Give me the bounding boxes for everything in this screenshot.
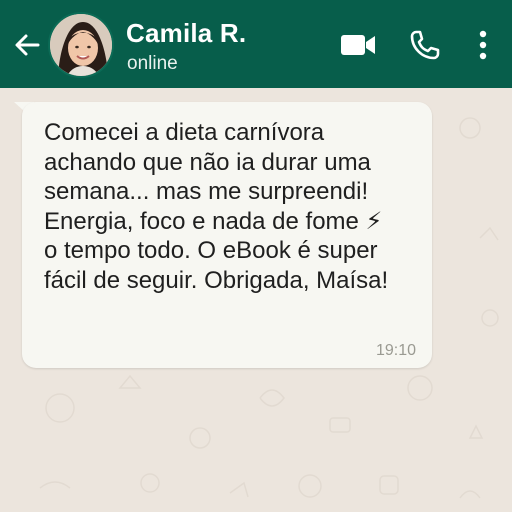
contact-photo xyxy=(50,14,112,76)
back-button[interactable] xyxy=(12,30,42,60)
more-vertical-icon xyxy=(479,30,487,60)
message-timestamp: 19:10 xyxy=(376,342,417,359)
voice-call-button[interactable] xyxy=(406,28,442,62)
avatar[interactable] xyxy=(48,12,114,78)
phone-icon xyxy=(410,30,440,60)
chat-header: Camila R. online xyxy=(0,0,512,88)
more-options-button[interactable] xyxy=(470,28,496,62)
video-call-button[interactable] xyxy=(338,28,378,62)
message-text: Comecei a dieta carnívora achando que nã… xyxy=(44,119,389,294)
contact-name[interactable]: Camila R. xyxy=(126,18,246,49)
contact-status: online xyxy=(127,53,178,74)
video-camera-icon xyxy=(341,35,375,55)
arrow-left-icon xyxy=(15,34,40,56)
